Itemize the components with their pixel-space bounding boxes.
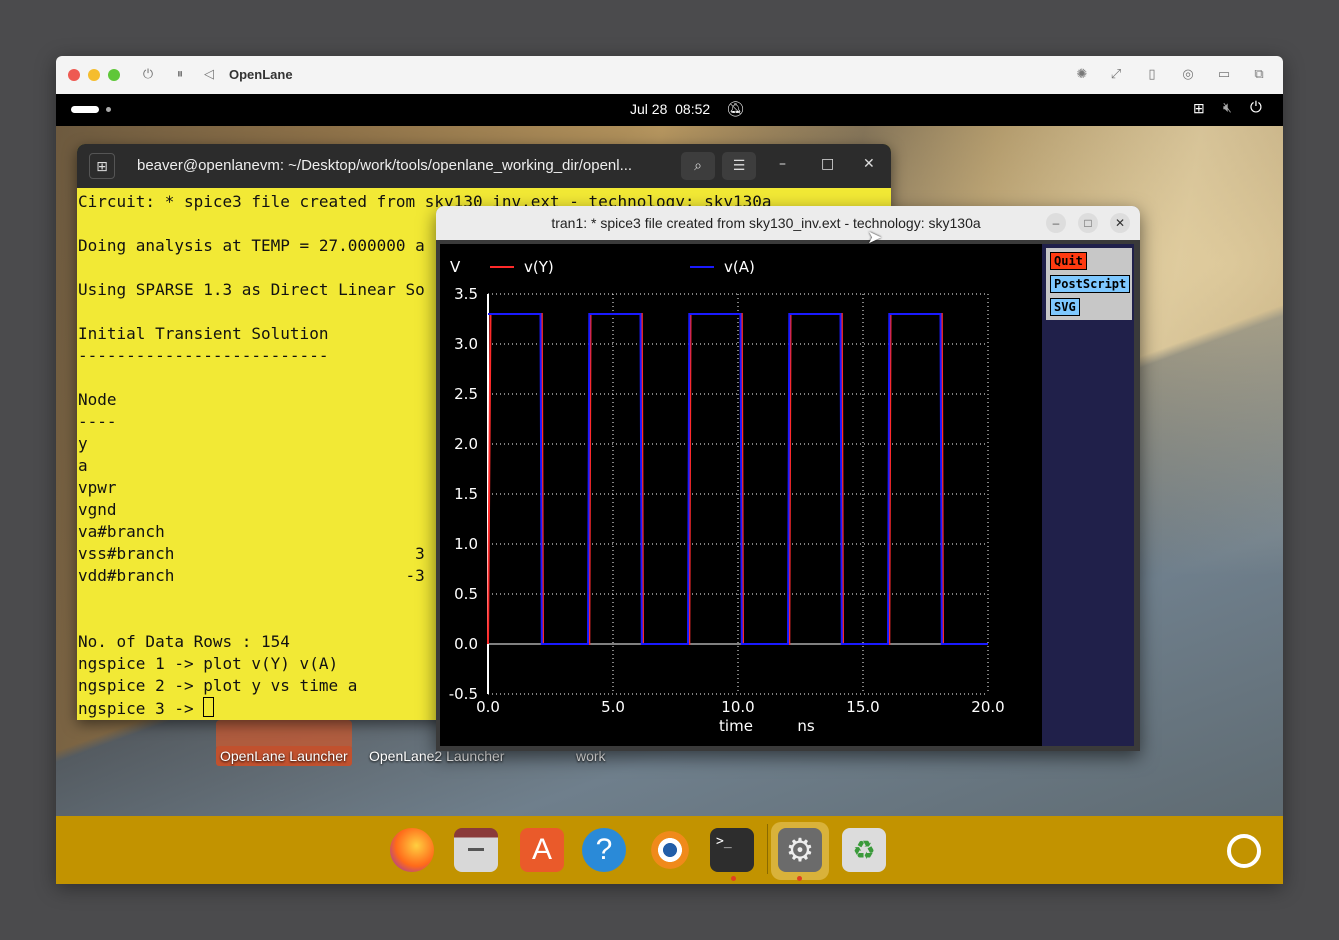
help-icon[interactable]: ? <box>582 828 626 872</box>
ubuntu-logo-icon[interactable] <box>1227 834 1261 868</box>
settings-icon[interactable]: ⚙ <box>778 828 822 872</box>
quit-button[interactable]: Quit <box>1050 252 1087 270</box>
desktop-icon-openlane-launcher[interactable]: OpenLane Launcher <box>216 746 352 766</box>
terminal-line: ngspice 1 -> plot v(Y) v(A) <box>78 654 339 673</box>
back-icon[interactable]: ◁ <box>199 65 219 85</box>
pause-icon[interactable]: ⏸ <box>170 65 190 85</box>
terminal-line: vss#branch 3 <box>78 544 425 563</box>
y-tick-label: 0.5 <box>454 585 478 603</box>
notification-muted-icon[interactable]: 🔕︎ <box>726 100 745 118</box>
terminal-line: vgnd <box>78 500 117 519</box>
brightness-icon[interactable]: ✺ <box>1072 65 1092 85</box>
x-axis-label: time <box>719 717 753 735</box>
trash-icon[interactable]: ♻ <box>842 828 886 872</box>
terminal-line: ngspice 2 -> plot y vs time a <box>78 676 358 695</box>
terminal-header: ⊞ beaver@openlanevm: ~/Desktop/work/tool… <box>77 144 891 188</box>
desktop: Jul 28 08:52 🔕︎ ⊞ 🔇︎ ⏻ OpenLane Launcher… <box>56 94 1283 884</box>
terminal-line: vpwr <box>78 478 117 497</box>
terminal-cursor <box>203 697 215 717</box>
terminal-title: beaver@openlanevm: ~/Desktop/work/tools/… <box>137 157 633 174</box>
y-tick-label: -0.5 <box>449 685 478 703</box>
app-center-icon[interactable]: A <box>520 828 564 872</box>
volume-muted-icon[interactable]: 🔇︎ <box>1223 99 1232 116</box>
plot-maximize-icon[interactable]: □ <box>1078 213 1098 233</box>
workspace-indicator[interactable] <box>71 106 99 113</box>
plot-titlebar: tran1: * spice3 file created from sky130… <box>436 206 1140 240</box>
y-tick-label: 1.5 <box>454 485 478 503</box>
settings-running-dot <box>797 876 802 881</box>
x-tick-label: 20.0 <box>971 698 1004 716</box>
plot-title: tran1: * spice3 file created from sky130… <box>551 215 981 231</box>
cd-icon[interactable]: ◎ <box>1178 65 1198 85</box>
terminal-line: Doing analysis at TEMP = 27.000000 a <box>78 236 425 255</box>
close-icon[interactable]: ✕ <box>863 156 875 172</box>
terminal-line: ---- <box>78 412 117 431</box>
network-icon[interactable]: ⊞ <box>1193 100 1205 117</box>
y-tick-label: 0.0 <box>454 635 478 653</box>
host-title: OpenLane <box>229 67 293 82</box>
workspace-dot[interactable] <box>106 107 111 112</box>
terminal-line: y <box>78 434 88 453</box>
power-menu-icon[interactable]: ⏻ <box>1250 99 1262 116</box>
plot-area[interactable]: 3.5 3.0 2.5 2.0 1.5 1.0 0.5 0.0 -0.5 0.0 5.0 10.0 15… <box>440 244 1042 746</box>
postscript-button[interactable]: PostScript <box>1050 275 1131 293</box>
files-icon-handle <box>468 848 484 851</box>
terminal-icon[interactable]: >_ <box>710 828 754 872</box>
usb-icon[interactable]: ▯ <box>1142 65 1162 85</box>
y-tick-label: 1.0 <box>454 535 478 553</box>
firefox-icon[interactable] <box>390 828 434 872</box>
y-tick-label: 2.0 <box>454 435 478 453</box>
terminal-line: -------------------------- <box>78 346 329 365</box>
minimize-button[interactable] <box>88 69 100 81</box>
waveform-chart[interactable]: 3.53.02.52.01.51.00.50.0-0.50.0 5.0 10.0 15… <box>440 244 1042 746</box>
clock[interactable]: Jul 28 08:52 <box>630 101 710 117</box>
minimize-icon[interactable]: – <box>779 156 786 172</box>
y-axis-label: V <box>450 258 461 276</box>
plot-close-icon[interactable]: ✕ <box>1110 213 1130 233</box>
resize-icon[interactable]: ⤢ <box>1106 65 1126 85</box>
legend-label: v(A) <box>724 258 755 276</box>
terminal-line: ngspice 3 -> <box>78 697 215 720</box>
blender-icon[interactable] <box>648 828 692 872</box>
dock-separator <box>767 824 768 874</box>
maximize-button[interactable] <box>108 69 120 81</box>
y-tick-label: 3.5 <box>454 285 478 303</box>
terminal-line: vdd#branch -3 <box>78 566 425 585</box>
gnome-top-bar: Jul 28 08:52 🔕︎ ⊞ 🔇︎ ⏻ <box>56 94 1283 126</box>
shared-folder-icon[interactable]: ▭ <box>1214 65 1234 85</box>
legend-label: v(Y) <box>524 258 554 276</box>
terminal-line: va#branch <box>78 522 165 541</box>
plot-window: tran1: * spice3 file created from sky130… <box>436 206 1140 751</box>
x-tick-label: 0.0 <box>476 698 500 716</box>
mouse-cursor-icon: ➤ <box>867 227 883 247</box>
close-button[interactable] <box>68 69 80 81</box>
terminal-running-dot <box>731 876 736 881</box>
x-tick-label: 15.0 <box>846 698 879 716</box>
y-tick-label: 2.5 <box>454 385 478 403</box>
terminal-line: Initial Transient Solution <box>78 324 329 343</box>
y-tick-label: 3.0 <box>454 335 478 353</box>
terminal-line: No. of Data Rows : 154 <box>78 632 290 651</box>
x-axis-unit: ns <box>797 717 815 735</box>
svg-button[interactable]: SVG <box>1050 298 1080 316</box>
plot-button-panel: Quit PostScript SVG <box>1046 248 1132 320</box>
new-tab-icon[interactable]: ⊞ <box>89 153 115 179</box>
power-icon[interactable]: ⏻ <box>138 65 158 85</box>
terminal-line: a <box>78 456 88 475</box>
terminal-line: Using SPARSE 1.3 as Direct Linear So <box>78 280 425 299</box>
x-tick-label: 10.0 <box>721 698 754 716</box>
terminal-line: Node <box>78 390 117 409</box>
plot-sidebar: Quit PostScript SVG <box>1042 244 1134 746</box>
x-tick-label: 5.0 <box>601 698 625 716</box>
menu-icon[interactable]: ☰ <box>722 152 756 180</box>
windows-icon[interactable]: ⧉ <box>1249 65 1269 85</box>
maximize-icon[interactable]: □ <box>821 156 834 172</box>
host-titlebar: ⏻ ⏸ ◁ OpenLane ✺ ⤢ ▯ ◎ ▭ ⧉ <box>56 56 1283 95</box>
plot-minimize-icon[interactable]: – <box>1046 213 1066 233</box>
search-icon[interactable]: ⌕ <box>681 152 715 180</box>
host-window: ⏻ ⏸ ◁ OpenLane ✺ ⤢ ▯ ◎ ▭ ⧉ Jul 28 08:52 … <box>56 56 1283 884</box>
files-icon[interactable] <box>454 828 498 872</box>
